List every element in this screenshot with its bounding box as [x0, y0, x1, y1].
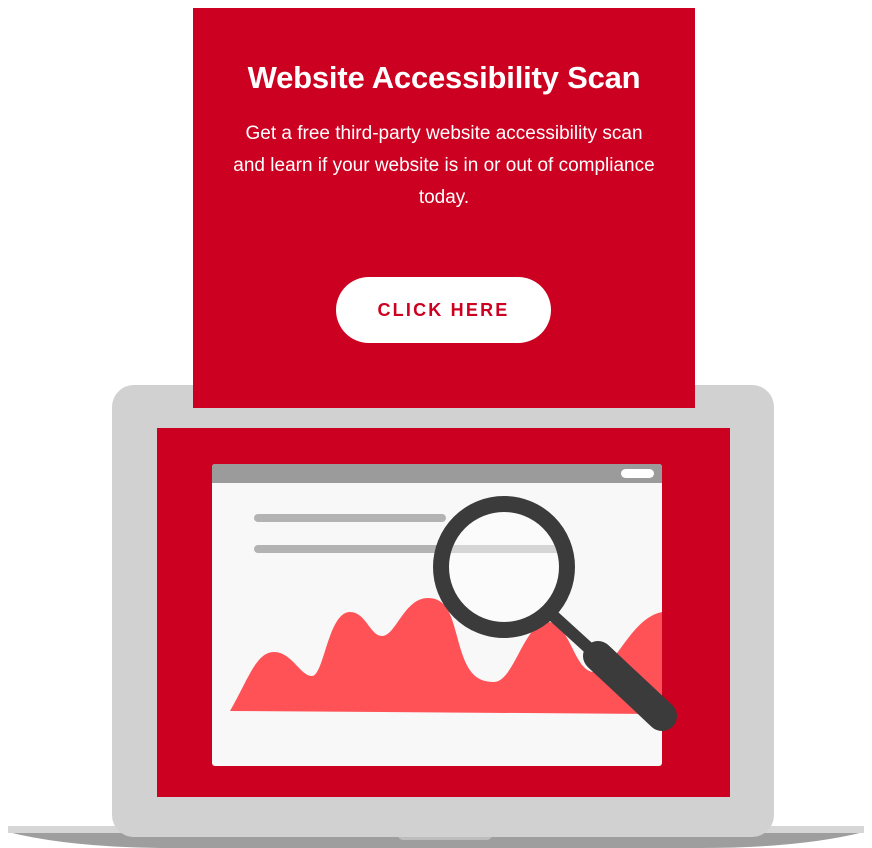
promo-card: Website Accessibility Scan Get a free th…	[193, 8, 695, 408]
laptop-base	[8, 826, 864, 848]
laptop-screen	[157, 428, 730, 797]
browser-window-icon	[212, 464, 662, 766]
promo-description: Get a free third-party website accessibi…	[233, 123, 655, 208]
promo-title: Website Accessibility Scan	[247, 60, 641, 95]
click-here-button[interactable]: CLICK HERE	[336, 277, 551, 343]
laptop-lid	[112, 385, 774, 837]
magnifying-glass-icon	[433, 496, 677, 731]
area-chart-icon	[230, 598, 662, 714]
